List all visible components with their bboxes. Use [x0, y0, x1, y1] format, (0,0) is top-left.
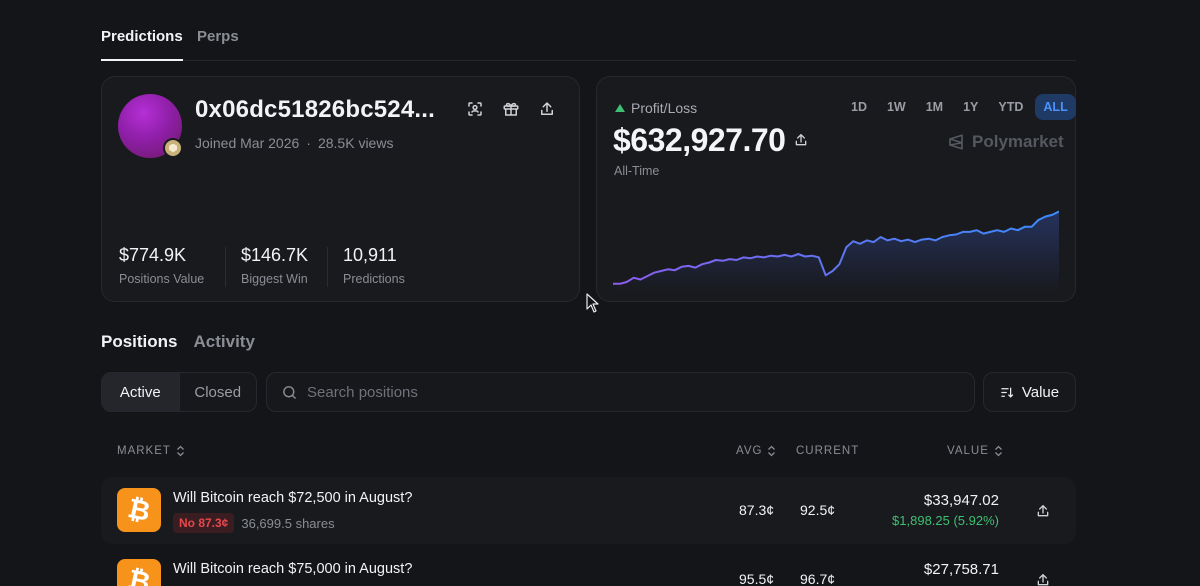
tab-perps[interactable]: Perps [197, 28, 239, 45]
range-ytd[interactable]: YTD [990, 94, 1031, 120]
sort-arrows-icon [176, 445, 184, 457]
bitcoin-icon: ₿ [117, 488, 161, 532]
filter-closed-button[interactable]: Closed [180, 373, 257, 411]
current-price: 92.5¢ [800, 502, 836, 518]
pnl-chart[interactable] [613, 197, 1059, 292]
divider [225, 247, 226, 287]
positions-tabs: Positions Activity [101, 332, 255, 352]
share-icon[interactable] [793, 132, 809, 148]
polymarket-logo: Polymarket [947, 132, 1064, 152]
sort-arrows-icon [768, 445, 776, 457]
range-all[interactable]: ALL [1035, 94, 1076, 120]
header-current: CURRENT [796, 445, 860, 457]
avg-price: 95.5¢ [739, 571, 775, 586]
tab-positions[interactable]: Positions [101, 332, 178, 352]
scan-icon[interactable] [466, 100, 484, 118]
share-icon[interactable] [1035, 503, 1051, 519]
pnl-period: All-Time [614, 164, 660, 178]
range-1y[interactable]: 1Y [955, 94, 986, 120]
search-input[interactable] [307, 373, 967, 411]
polymarket-icon [949, 134, 963, 150]
divider [327, 247, 328, 287]
position-value: $27,758.71 [923, 561, 999, 578]
range-1d[interactable]: 1D [843, 94, 875, 120]
header-market[interactable]: MARKET [117, 445, 185, 457]
table-row[interactable]: ₿ Will Bitcoin reach $75,000 in August? … [101, 548, 1076, 586]
outcome-badge: No 87.3¢ [173, 513, 235, 533]
current-price: 96.7¢ [800, 571, 836, 586]
wallet-address[interactable]: 0x06dc51826bc524... [195, 96, 435, 124]
tab-activity[interactable]: Activity [194, 332, 255, 352]
range-selector: 1D 1W 1M 1Y YTD ALL [843, 94, 1076, 120]
tab-predictions[interactable]: Predictions [101, 28, 183, 61]
position-pnl: $1,898.25 (5.92%) [892, 513, 999, 528]
search-box [266, 372, 975, 412]
range-1w[interactable]: 1W [879, 94, 914, 120]
market-title[interactable]: Will Bitcoin reach $72,500 in August? [173, 490, 412, 506]
pnl-amount: $632,927.70 [613, 122, 786, 158]
stat-biggest-win: $146.7K Biggest Win [241, 245, 309, 286]
sort-icon [1001, 387, 1013, 398]
joined-date: Joined Mar 2026 [195, 135, 300, 151]
header-value[interactable]: VALUE [947, 445, 1003, 457]
share-count: 36,699.5 shares [241, 515, 335, 531]
share-icon[interactable] [538, 100, 556, 118]
bitcoin-icon: ₿ [117, 559, 161, 586]
mouse-cursor-icon [586, 293, 599, 313]
pnl-label: Profit/Loss [615, 100, 697, 116]
search-icon [283, 386, 296, 399]
filter-active-button[interactable]: Active [102, 373, 180, 411]
stat-predictions: 10,911 Predictions [343, 245, 405, 286]
sort-arrows-icon [994, 445, 1002, 457]
trend-up-icon [615, 104, 625, 112]
market-title[interactable]: Will Bitcoin reach $75,000 in August? [173, 561, 412, 577]
profile-meta: Joined Mar 2026 · 28.5K views [195, 135, 394, 151]
position-value: $33,947.02 $1,898.25 (5.92%) [892, 492, 999, 528]
view-count: 28.5K views [317, 135, 394, 151]
top-tabs: Predictions Perps [101, 20, 1076, 61]
range-1m[interactable]: 1M [918, 94, 951, 120]
stat-positions-value: $774.9K Positions Value [119, 245, 205, 286]
share-icon[interactable] [1035, 572, 1051, 586]
sort-button[interactable]: Value [983, 372, 1076, 412]
header-avg[interactable]: AVG [736, 445, 776, 457]
pnl-card: Profit/Loss $632,927.70 All-Time 1D 1W 1… [596, 76, 1076, 302]
table-row[interactable]: ₿ Will Bitcoin reach $72,500 in August? … [101, 477, 1076, 544]
profile-card: 0x06dc51826bc524... Joined Mar 2026 · 28.5… [101, 76, 580, 302]
avg-price: 87.3¢ [739, 502, 775, 518]
status-toggle: Active Closed [101, 372, 257, 412]
badge-icon [163, 138, 183, 158]
pnl-area [613, 211, 1059, 292]
position-details: No 87.3¢ 36,699.5 shares [173, 513, 335, 533]
gift-icon[interactable] [502, 100, 520, 118]
